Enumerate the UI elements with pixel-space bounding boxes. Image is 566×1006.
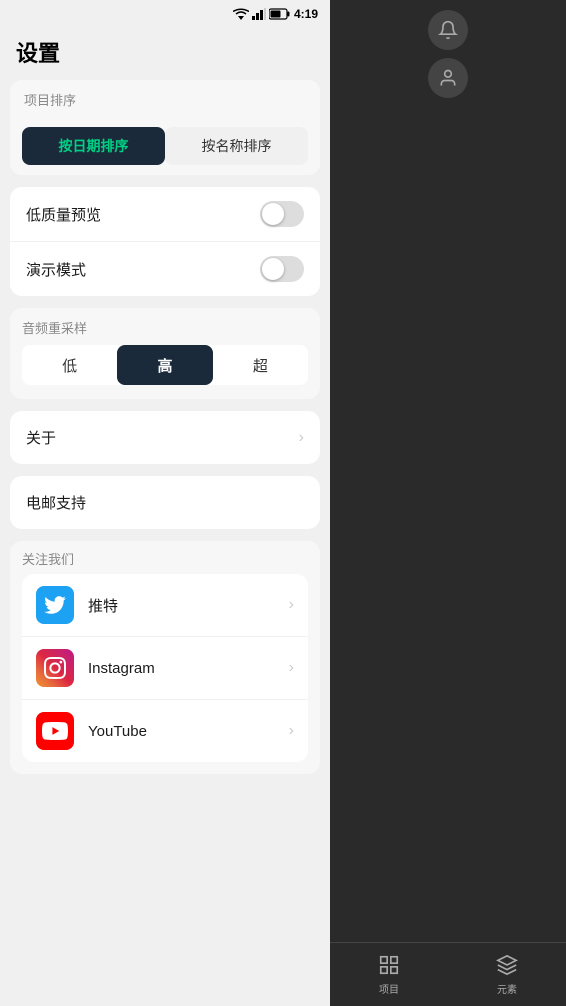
settings-panel: 4:19 设置 项目排序 按日期排序 按名称排序 低质量预览 演示模式 音频重采… xyxy=(0,0,330,1006)
sort-buttons-container: 按日期排序 按名称排序 xyxy=(10,117,320,175)
email-support-label: 电邮支持 xyxy=(26,492,86,513)
instagram-icon xyxy=(36,649,74,687)
toggle-demo-mode[interactable]: 演示模式 xyxy=(10,241,320,296)
sort-by-name-button[interactable]: 按名称排序 xyxy=(165,127,308,165)
nav-item-elements[interactable]: 元素 xyxy=(448,943,566,1006)
audio-buttons-container: 低 高 超 xyxy=(22,345,308,385)
status-bar: 4:19 xyxy=(0,0,330,28)
email-support-item[interactable]: 电邮支持 xyxy=(10,476,320,529)
nav-elements-label: 元素 xyxy=(497,981,517,996)
battery-icon xyxy=(269,8,291,20)
sort-section: 项目排序 按日期排序 按名称排序 xyxy=(10,80,320,175)
toggle-low-quality-switch[interactable] xyxy=(260,201,304,227)
twitter-icon xyxy=(36,586,74,624)
twitter-chevron-icon: › xyxy=(289,596,294,614)
twitter-item[interactable]: 推特 › xyxy=(22,574,308,636)
youtube-icon xyxy=(36,712,74,750)
youtube-chevron-icon: › xyxy=(289,722,294,740)
toggle-low-quality-label: 低质量预览 xyxy=(26,204,101,225)
page-title: 设置 xyxy=(0,28,330,80)
sort-by-date-button[interactable]: 按日期排序 xyxy=(22,127,165,165)
follow-us-label: 关注我们 xyxy=(22,549,308,568)
about-chevron-icon: › xyxy=(299,429,304,447)
project-nav-icon xyxy=(377,953,401,977)
nav-project-label: 项目 xyxy=(379,981,399,996)
about-label: 关于 xyxy=(26,427,56,448)
sort-section-label: 项目排序 xyxy=(10,80,320,117)
right-sidebar: 项目 元素 xyxy=(330,0,566,1006)
signal-icon xyxy=(252,8,266,20)
audio-low-button[interactable]: 低 xyxy=(22,345,117,385)
youtube-label: YouTube xyxy=(88,723,289,740)
email-support-section: 电邮支持 xyxy=(10,476,320,529)
user-icon[interactable] xyxy=(428,58,468,98)
notification-icon[interactable] xyxy=(428,10,468,50)
instagram-chevron-icon: › xyxy=(289,659,294,677)
follow-items-container: 推特 › Instagram › You xyxy=(22,574,308,762)
instagram-item[interactable]: Instagram › xyxy=(22,636,308,699)
toggles-section: 低质量预览 演示模式 xyxy=(10,187,320,296)
about-item[interactable]: 关于 › xyxy=(10,411,320,464)
toggle-low-quality[interactable]: 低质量预览 xyxy=(10,187,320,241)
time-display: 4:19 xyxy=(294,7,318,21)
audio-section: 音频重采样 低 高 超 xyxy=(10,308,320,399)
bottom-nav: 项目 元素 xyxy=(330,942,566,1006)
elements-nav-icon xyxy=(495,953,519,977)
youtube-item[interactable]: YouTube › xyxy=(22,699,308,762)
instagram-label: Instagram xyxy=(88,660,289,677)
wifi-icon xyxy=(233,8,249,20)
about-section: 关于 › xyxy=(10,411,320,464)
nav-item-project[interactable]: 项目 xyxy=(330,943,448,1006)
status-icons: 4:19 xyxy=(233,7,318,21)
toggle-demo-mode-switch[interactable] xyxy=(260,256,304,282)
toggle-demo-mode-label: 演示模式 xyxy=(26,259,86,280)
audio-resample-label: 音频重采样 xyxy=(22,318,308,337)
follow-us-section: 关注我们 推特 › Instagram › xyxy=(10,541,320,774)
audio-high-button[interactable]: 高 xyxy=(117,345,212,385)
right-top-icons xyxy=(428,10,468,98)
audio-ultra-button[interactable]: 超 xyxy=(213,345,308,385)
twitter-label: 推特 xyxy=(88,595,289,616)
